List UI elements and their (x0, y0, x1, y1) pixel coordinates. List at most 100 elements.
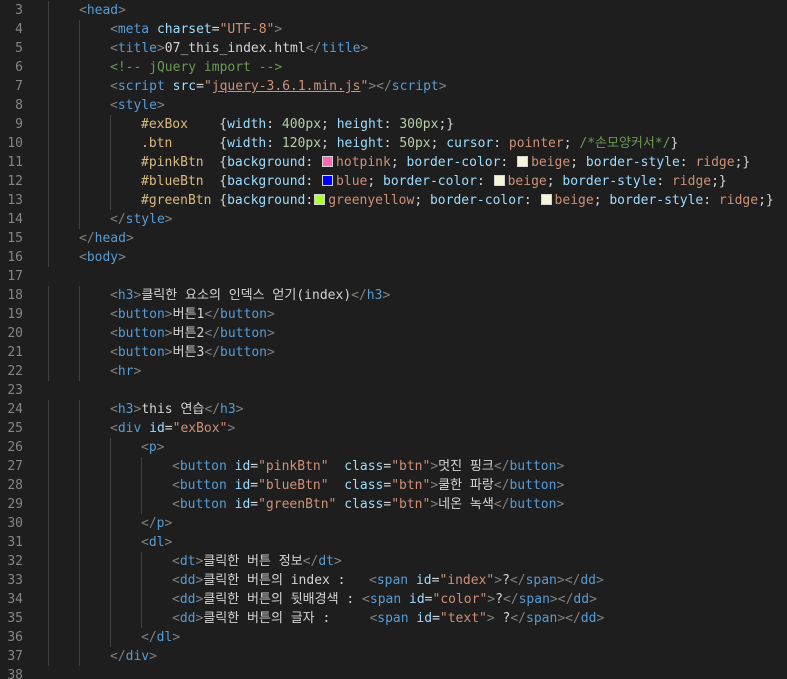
code-text[interactable]: <dd>클릭한 버튼의 뒷배경색 : <span id="color">?</s… (172, 590, 597, 609)
line-number: 32 (7, 554, 23, 569)
code-token: head (94, 231, 126, 246)
code-token: < (362, 592, 370, 607)
code-line[interactable]: 19 <button>버튼1</button> (0, 305, 787, 324)
code-line[interactable]: 25 <div id="exBox"> (0, 419, 787, 438)
code-text[interactable]: </style> (110, 210, 173, 229)
code-line[interactable]: 20 <button>버튼2</button> (0, 324, 787, 343)
code-text[interactable]: .btn {width: 120px; height: 50px; cursor… (141, 134, 678, 153)
color-swatch-icon[interactable] (314, 194, 326, 205)
code-line[interactable]: 9 #exBox {width: 400px; height: 300px;} (0, 115, 787, 134)
code-text[interactable]: <dt>클릭한 버튼 정보</dt> (172, 552, 342, 571)
color-swatch-icon[interactable] (540, 194, 552, 205)
code-line[interactable]: 3 <head> (0, 1, 787, 20)
code-text[interactable]: <p> (141, 438, 164, 457)
code-text[interactable]: <dd>클릭한 버튼의 index : <span id="index">?</… (172, 571, 604, 590)
code-text[interactable]: </head> (79, 229, 134, 248)
code-line[interactable]: 18 <h3>클릭한 요소의 인덱스 얻기(index)</h3> (0, 286, 787, 305)
code-token: ; (390, 155, 407, 170)
color-swatch-icon[interactable] (517, 156, 529, 167)
line-number: 16 (7, 250, 23, 265)
code-text[interactable]: <dd>클릭한 버튼의 글자 : <span id="text"> ?</spa… (172, 609, 604, 628)
code-text[interactable]: <button id="pinkBtn" class="btn">멋진 핑크</… (172, 457, 564, 476)
code-line[interactable]: 5 <title>07_this_index.html</title> (0, 39, 787, 58)
code-text[interactable]: </dl> (141, 628, 180, 647)
code-text[interactable]: <script src="jquery-3.6.1.min.js"></scri… (110, 77, 447, 96)
code-line[interactable]: 37 </div> (0, 647, 787, 666)
code-token: /*손모양커서*/ (579, 136, 671, 151)
code-line[interactable]: 14 </style> (0, 210, 787, 229)
code-token: </ (141, 516, 157, 531)
code-token: background (227, 155, 306, 170)
code-line[interactable]: 33 <dd>클릭한 버튼의 index : <span id="index">?… (0, 571, 787, 590)
code-text[interactable]: <style> (110, 96, 165, 115)
code-token: 300px (399, 117, 439, 132)
color-swatch-icon[interactable] (493, 175, 505, 186)
code-line[interactable]: 29 <button id="greenBtn" class="btn">네온 녹… (0, 495, 787, 514)
code-text[interactable]: <button>버튼1</button> (110, 305, 275, 324)
code-line[interactable]: 32 <dt>클릭한 버튼 정보</dt> (0, 552, 787, 571)
code-line[interactable]: 34 <dd>클릭한 버튼의 뒷배경색 : <span id="color">?<… (0, 590, 787, 609)
code-text[interactable]: <button id="blueBtn" class="btn">쿨한 파랑</… (172, 476, 564, 495)
code-token: button (220, 326, 267, 341)
code-line[interactable]: 28 <button id="blueBtn" class="btn">쿨한 파랑… (0, 476, 787, 495)
code-text[interactable]: </div> (110, 647, 157, 666)
code-text[interactable]: #blueBtn {background: blue; border-color… (141, 172, 727, 191)
code-editor[interactable]: 3 <head> 4 <meta charset="UTF-8"> 5 <title>07… (0, 0, 787, 679)
line-number: 19 (7, 307, 23, 322)
code-line[interactable]: 31 <dl> (0, 533, 787, 552)
color-swatch-icon[interactable] (322, 175, 334, 186)
code-line[interactable]: 8 <style> (0, 96, 787, 115)
code-text[interactable]: <button>버튼2</button> (110, 324, 275, 343)
code-line[interactable]: 6 <!-- jQuery import --> (0, 58, 787, 77)
code-token: jquery-3.6.1.min.js (211, 79, 361, 94)
code-text[interactable]: <h3>this 연습</h3> (110, 400, 244, 419)
code-line[interactable]: 17 (0, 267, 787, 286)
code-line[interactable]: 21 <button>버튼3</button> (0, 343, 787, 362)
code-token: > (430, 478, 439, 493)
code-text[interactable]: </p> (141, 514, 172, 533)
code-text[interactable]: <dl> (141, 533, 172, 552)
line-number: 23 (7, 383, 23, 398)
code-line[interactable]: 23 (0, 381, 787, 400)
color-swatch-icon[interactable] (322, 156, 334, 167)
code-line[interactable]: 12 #blueBtn {background: blue; border-col… (0, 172, 787, 191)
code-line[interactable]: 36 </dl> (0, 628, 787, 647)
indent-guide (48, 20, 49, 39)
indent-guide (48, 419, 49, 438)
code-token: 버튼1 (172, 307, 205, 322)
code-line[interactable]: 22 <hr> (0, 362, 787, 381)
code-line[interactable]: 7 <script src="jquery-3.6.1.min.js"></scr… (0, 77, 787, 96)
code-line[interactable]: 10 .btn {width: 120px; height: 50px; curs… (0, 134, 787, 153)
code-line[interactable]: 15 </head> (0, 229, 787, 248)
code-text[interactable]: <button id="greenBtn" class="btn">네온 녹색<… (172, 495, 564, 514)
line-number: 17 (7, 269, 23, 284)
code-line[interactable]: 24 <h3>this 연습</h3> (0, 400, 787, 419)
code-text[interactable]: <body> (79, 248, 126, 267)
code-text[interactable]: <!-- jQuery import --> (110, 58, 282, 77)
code-text[interactable]: <div id="exBox"> (110, 419, 235, 438)
line-number: 22 (7, 364, 23, 379)
code-line[interactable]: 30 </p> (0, 514, 787, 533)
code-text[interactable]: <head> (79, 1, 126, 20)
code-text[interactable]: <hr> (110, 362, 141, 381)
code-line[interactable]: 35 <dd>클릭한 버튼의 글자 : <span id="text"> ?</s… (0, 609, 787, 628)
code-token: { (172, 136, 228, 151)
code-line[interactable]: 4 <meta charset="UTF-8"> (0, 20, 787, 39)
code-text[interactable]: <h3>클릭한 요소의 인덱스 얻기(index)</h3> (110, 286, 390, 305)
code-token: id (415, 573, 432, 588)
code-line[interactable]: 27 <button id="pinkBtn" class="btn">멋진 핑크… (0, 457, 787, 476)
code-line[interactable]: 16 <body> (0, 248, 787, 267)
code-text[interactable]: <button>버튼3</button> (110, 343, 275, 362)
code-text[interactable]: #exBox {width: 400px; height: 300px;} (141, 115, 454, 134)
code-line[interactable]: 38 (0, 666, 787, 679)
code-text[interactable]: <meta charset="UTF-8"> (110, 20, 282, 39)
code-token: : (305, 155, 322, 170)
code-text[interactable]: #pinkBtn {background: hotpink; border-co… (141, 153, 750, 172)
code-text[interactable]: #greenBtn {background: greenyellow; borde… (141, 191, 774, 210)
code-line[interactable]: 11 #pinkBtn {background: hotpink; border-… (0, 153, 787, 172)
code-token: < (141, 535, 149, 550)
code-text[interactable]: <title>07_this_index.html</title> (110, 39, 368, 58)
code-line[interactable]: 13 #greenBtn {background: greenyellow; bor… (0, 191, 787, 210)
code-line[interactable]: 26 <p> (0, 438, 787, 457)
